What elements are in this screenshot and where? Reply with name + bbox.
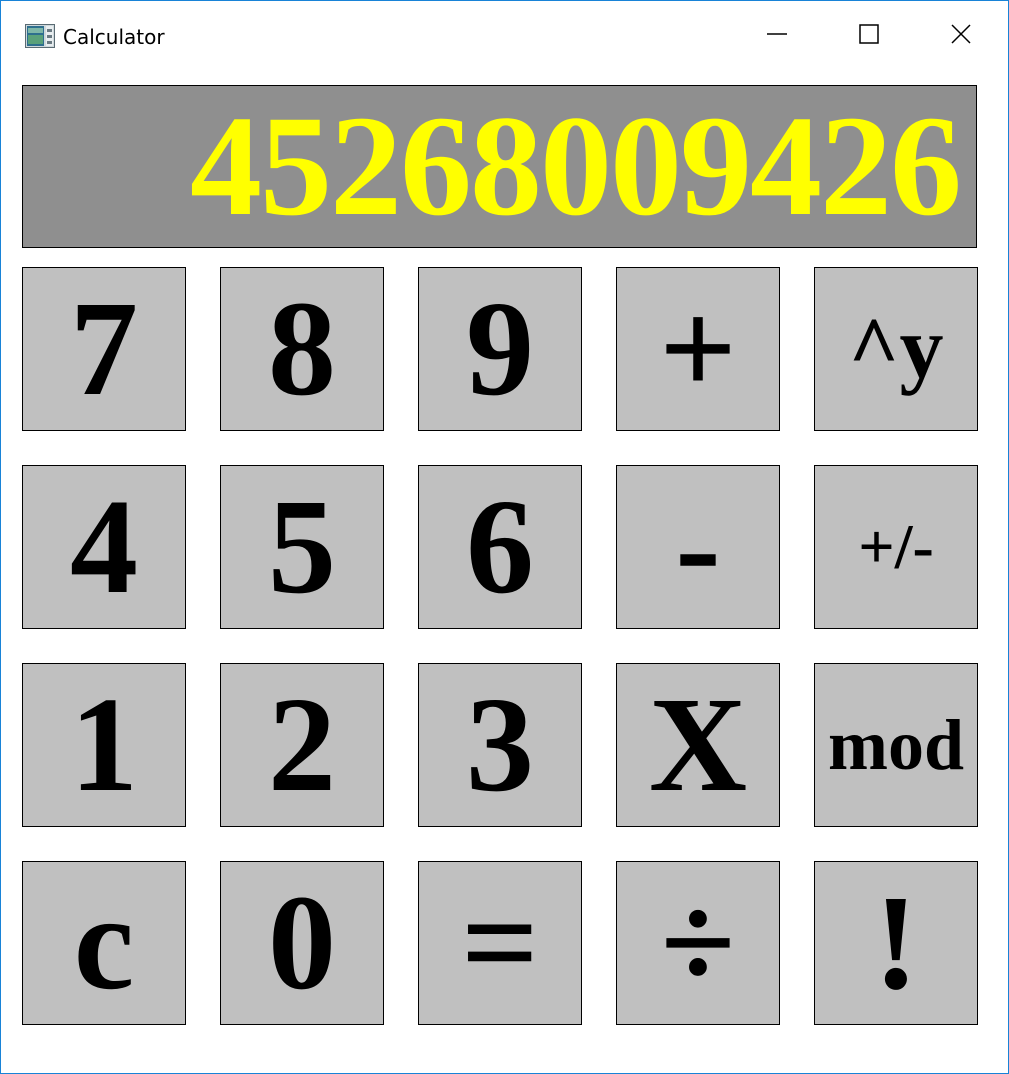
- key-7[interactable]: 7: [22, 267, 186, 431]
- calculator-app-icon: [25, 24, 55, 48]
- close-icon: [950, 23, 972, 50]
- calculator-window: Calculator 45268009426 7 8 9 + ^y 4 5 6 …: [0, 0, 1009, 1074]
- window-title: Calculator: [63, 25, 165, 49]
- key-4[interactable]: 4: [22, 465, 186, 629]
- key-minus[interactable]: -: [616, 465, 780, 629]
- key-factorial[interactable]: !: [814, 861, 978, 1025]
- key-3[interactable]: 3: [418, 663, 582, 827]
- key-divide[interactable]: ÷: [616, 861, 780, 1025]
- key-9[interactable]: 9: [418, 267, 582, 431]
- display-value: 45268009426: [190, 86, 962, 246]
- result-display: 45268009426: [22, 85, 977, 248]
- key-multiply[interactable]: X: [616, 663, 780, 827]
- key-equals[interactable]: =: [418, 861, 582, 1025]
- key-power[interactable]: ^y: [814, 267, 978, 431]
- key-6[interactable]: 6: [418, 465, 582, 629]
- key-5[interactable]: 5: [220, 465, 384, 629]
- maximize-button[interactable]: [823, 1, 915, 71]
- key-1[interactable]: 1: [22, 663, 186, 827]
- close-button[interactable]: [915, 1, 1007, 71]
- key-plus[interactable]: +: [616, 267, 780, 431]
- minimize-icon: [766, 23, 788, 50]
- key-8[interactable]: 8: [220, 267, 384, 431]
- key-negate[interactable]: +/-: [814, 465, 978, 629]
- maximize-icon: [858, 23, 880, 50]
- key-0[interactable]: 0: [220, 861, 384, 1025]
- key-mod[interactable]: mod: [814, 663, 978, 827]
- key-clear[interactable]: c: [22, 861, 186, 1025]
- title-bar[interactable]: Calculator: [1, 1, 1008, 71]
- minimize-button[interactable]: [731, 1, 823, 71]
- key-2[interactable]: 2: [220, 663, 384, 827]
